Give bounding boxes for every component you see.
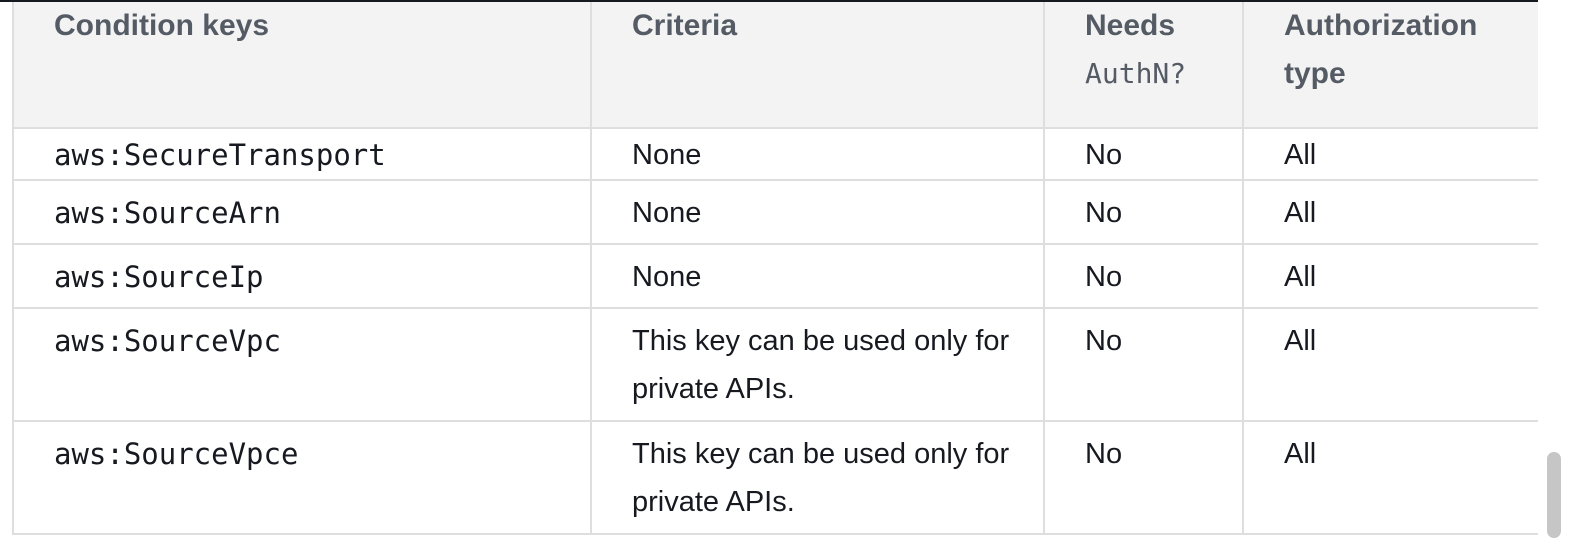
header-text-authn: AuthN? — [1085, 57, 1187, 90]
cell-criteria: None — [590, 127, 1045, 181]
needs-authn-text: No — [1085, 139, 1123, 171]
authorization-type-text: All — [1284, 261, 1317, 293]
criteria-text: None — [632, 197, 702, 229]
table-row: aws:SourceIp None No All — [12, 243, 1538, 309]
condition-key-text: aws:SourceArn — [54, 196, 281, 230]
cell-condition-key: aws:SecureTransport — [12, 127, 592, 181]
header-row: Condition keys Criteria Needs AuthN? Auth… — [12, 2, 1538, 129]
cell-needs-authn: No — [1043, 307, 1244, 422]
cell-authorization-type: All — [1242, 243, 1538, 309]
condition-key-text: aws:SecureTransport — [54, 138, 386, 172]
table-row: aws:SourceVpce This key can be used only… — [12, 420, 1538, 535]
cell-needs-authn: No — [1043, 127, 1244, 181]
column-header-label: Condition keys — [54, 9, 270, 42]
authorization-type-text: All — [1284, 197, 1317, 229]
table-row: aws:SourceVpc This key can be used only … — [12, 307, 1538, 422]
cell-criteria: None — [590, 179, 1045, 245]
cell-condition-key: aws:SourceVpc — [12, 307, 592, 422]
cell-condition-key: aws:SourceVpce — [12, 420, 592, 535]
authorization-type-text: All — [1284, 139, 1317, 171]
table-row: aws:SecureTransport None No All — [12, 127, 1538, 181]
condition-keys-table: Condition keys Criteria Needs AuthN? Auth… — [12, 2, 1538, 535]
column-header-criteria: Criteria — [590, 2, 1045, 129]
condition-key-text: aws:SourceIp — [54, 260, 264, 294]
criteria-text: None — [632, 261, 702, 293]
header-text-needs: Needs — [1085, 9, 1176, 42]
table-header: Condition keys Criteria Needs AuthN? Auth… — [12, 2, 1538, 129]
table-row: aws:SourceArn None No All — [12, 179, 1538, 245]
column-header-condition-keys: Condition keys — [12, 2, 592, 129]
column-header-label: Criteria — [632, 9, 738, 42]
column-header-label: Needs AuthN? — [1045, 2, 1242, 98]
cell-authorization-type: All — [1242, 179, 1538, 245]
cell-criteria: This key can be used only for private AP… — [590, 420, 1045, 535]
authorization-type-text: All — [1284, 325, 1317, 357]
column-header-authorization-type: Authorization type — [1242, 2, 1538, 129]
table-body: aws:SecureTransport None No All aws:Sour… — [12, 127, 1538, 535]
column-header-needs-authn: Needs AuthN? — [1043, 2, 1244, 129]
cell-needs-authn: No — [1043, 243, 1244, 309]
condition-key-text: aws:SourceVpce — [54, 437, 299, 471]
needs-authn-text: No — [1085, 197, 1123, 229]
vertical-scrollbar-thumb[interactable] — [1547, 452, 1561, 538]
cell-authorization-type: All — [1242, 307, 1538, 422]
cell-criteria: This key can be used only for private AP… — [590, 307, 1045, 422]
cell-condition-key: aws:SourceIp — [12, 243, 592, 309]
cell-needs-authn: No — [1043, 179, 1244, 245]
needs-authn-text: No — [1085, 438, 1123, 470]
criteria-text: None — [632, 139, 702, 171]
cell-authorization-type: All — [1242, 420, 1538, 535]
criteria-text: This key can be used only for private AP… — [632, 438, 1010, 518]
cell-condition-key: aws:SourceArn — [12, 179, 592, 245]
column-header-label: Authorization type — [1284, 9, 1478, 90]
cell-criteria: None — [590, 243, 1045, 309]
needs-authn-text: No — [1085, 261, 1123, 293]
criteria-text: This key can be used only for private AP… — [632, 325, 1010, 405]
authorization-type-text: All — [1284, 438, 1317, 470]
cell-authorization-type: All — [1242, 127, 1538, 181]
needs-authn-text: No — [1085, 325, 1123, 357]
condition-keys-table-container: Condition keys Criteria Needs AuthN? Auth… — [12, 2, 1538, 540]
cell-needs-authn: No — [1043, 420, 1244, 535]
condition-key-text: aws:SourceVpc — [54, 324, 281, 358]
